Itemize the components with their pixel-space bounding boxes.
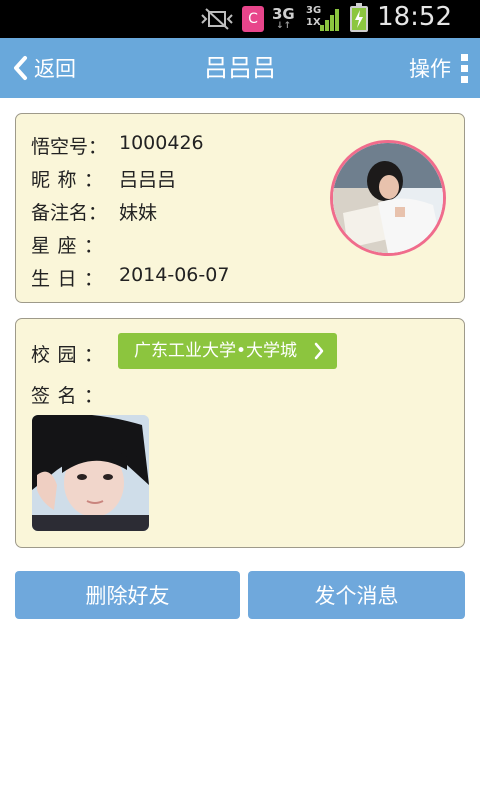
back-button[interactable]: 返回 (12, 38, 76, 98)
profile-row-id: 悟空号： 1000426 (31, 132, 204, 159)
nickname-value: 吕吕吕 (119, 169, 177, 191)
campus-value: 广东工业大学•大学城 (134, 341, 298, 361)
network-3g-icon: 3G ↓↑ (272, 5, 298, 33)
profile-info-card: 悟空号： 1000426 昵称： 吕吕吕 备注名： 妹妹 星座： 生日： 201… (15, 113, 465, 303)
back-label: 返回 (34, 57, 76, 81)
status-icons: C 3G ↓↑ 3G 1X (200, 3, 368, 34)
chevron-right-icon (314, 342, 324, 360)
more-vertical-icon (461, 53, 468, 83)
campus-tag-button[interactable]: 广东工业大学•大学城 (118, 333, 338, 369)
avatar[interactable] (330, 140, 446, 256)
profile-row-nickname: 昵称： 吕吕吕 (31, 165, 176, 192)
row-key: 昵称： (31, 169, 103, 191)
row-key: 生日： (31, 268, 103, 290)
profile-row-zodiac: 星座： (31, 231, 119, 258)
status-bar: C 3G ↓↑ 3G 1X 18:52 (0, 0, 480, 38)
user-id-value: 1000426 (119, 132, 204, 154)
vibrate-mute-icon (200, 7, 234, 31)
campus-row: 校园： (31, 340, 119, 367)
action-menu-button[interactable]: 操作 (409, 38, 468, 98)
action-label: 操作 (409, 57, 451, 81)
row-key: 校园： (31, 344, 103, 366)
signal-strength-icon: 3G 1X (306, 5, 342, 33)
delete-friend-button[interactable]: 删除好友 (15, 571, 240, 619)
profile-photo[interactable] (32, 415, 149, 531)
row-key: 星座： (31, 235, 103, 257)
row-key: 签名： (31, 385, 103, 407)
title-bar: 返回 吕吕吕 操作 (0, 38, 480, 98)
signature-row: 签名： (31, 381, 119, 408)
profile-row-birthday: 生日： 2014-06-07 (31, 264, 229, 291)
row-key: 悟空号： (31, 136, 108, 158)
battery-charging-icon (350, 3, 368, 32)
network-arrows: ↓↑ (276, 21, 292, 31)
clock: 18:52 (377, 2, 452, 32)
campus-card: 校园： 广东工业大学•大学城 签名： (15, 318, 465, 548)
birthday-value: 2014-06-07 (119, 264, 230, 286)
notification-app-icon: C (242, 6, 264, 32)
row-key: 备注名： (31, 202, 108, 224)
chevron-left-icon (14, 56, 27, 80)
remark-value: 妹妹 (119, 202, 158, 224)
send-message-button[interactable]: 发个消息 (248, 571, 465, 619)
profile-row-remark: 备注名： 妹妹 (31, 198, 157, 225)
